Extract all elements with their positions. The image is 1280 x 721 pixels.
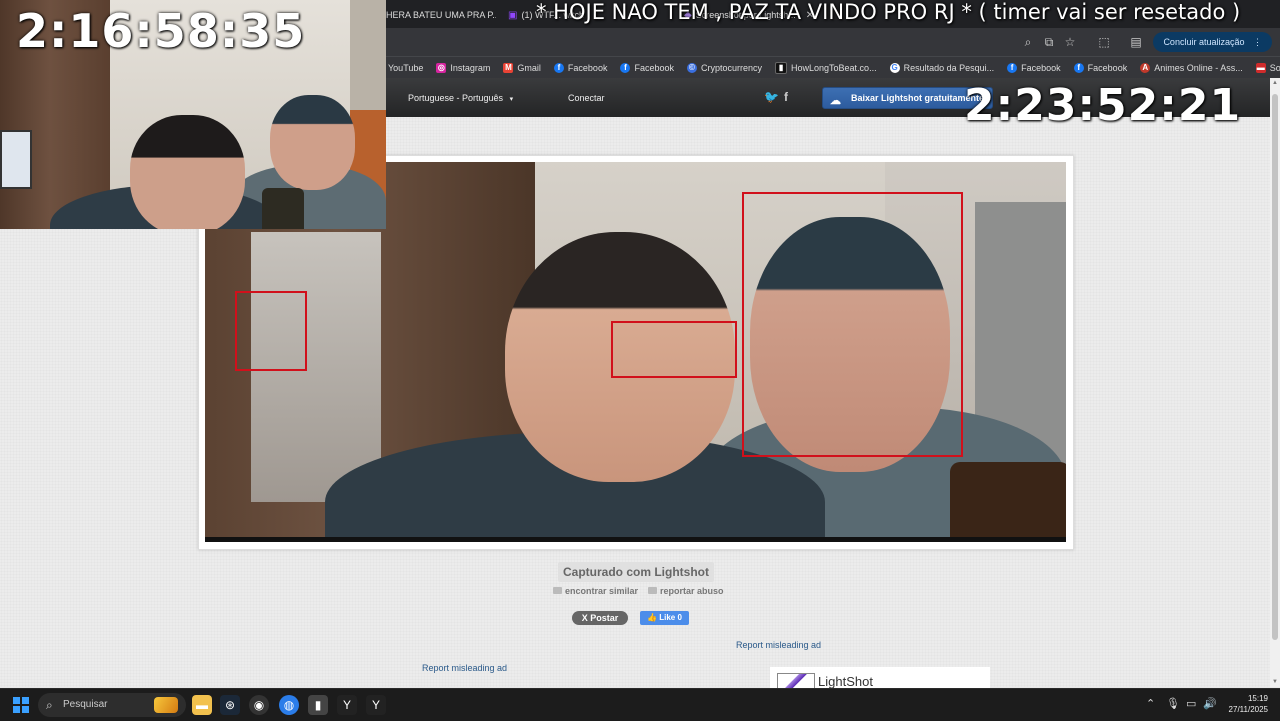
camera-icon <box>553 587 562 594</box>
system-clock[interactable]: 15:19 27/11/2025 <box>1229 693 1268 715</box>
volume-icon[interactable]: 🔊 <box>1203 697 1217 710</box>
bookmark-facebook-1[interactable]: f Facebook <box>553 63 607 73</box>
facebook-icon: f <box>1073 63 1084 73</box>
countdown-timer-left: 2:16:58:35 <box>16 4 306 58</box>
network-icon[interactable]: ▭ <box>1186 697 1196 710</box>
instagram-icon: ◎ <box>436 63 447 73</box>
app-y-icon[interactable]: Y <box>337 695 357 715</box>
bookmarks-bar: YouTube ◎ Instagram M Gmail f Facebook f Fac… <box>386 56 1280 79</box>
southpark-icon: ▬ <box>1255 63 1266 73</box>
find-similar-link[interactable]: encontrar similar <box>553 586 638 596</box>
facebook-icon: f <box>553 63 564 73</box>
report-misleading-ad-link[interactable]: Report misleading ad <box>736 640 821 650</box>
more-icon[interactable]: ⋮ <box>1253 37 1262 47</box>
meta-links: encontrar similar reportar abuso <box>553 586 724 596</box>
obs-icon[interactable]: ◉ <box>249 695 269 715</box>
file-explorer-icon[interactable]: ▬ <box>192 695 212 715</box>
extensions-icon[interactable]: ⬚ <box>1096 34 1112 50</box>
scroll-thumb[interactable] <box>1272 94 1278 640</box>
windows-start-icon[interactable] <box>13 697 29 713</box>
update-button-label: Concluir atualização <box>1163 37 1245 47</box>
bookmark-google-result[interactable]: G Resultado da Pesqui... <box>889 63 994 73</box>
highlight-box-face <box>742 192 963 457</box>
facebook-icon: f <box>620 63 631 73</box>
crypto-icon: © <box>686 63 697 73</box>
search-icon: ⌕ <box>46 698 53 712</box>
scroll-up-icon[interactable]: ▲ <box>1271 80 1279 86</box>
taskbar: ⌕ Pesquisar ▬ ⊛ ◉ ◍ ▮ Y Y ⌃ 🎙 ▭ 🔊 15:19 … <box>0 688 1280 721</box>
scrollbar[interactable]: ▲ ▼ <box>1270 78 1280 687</box>
facebook-like-button[interactable]: 👍 Like 0 <box>640 611 689 625</box>
highlight-box-eyes <box>611 321 737 378</box>
bookmark-southpark[interactable]: ▬South Park <box>1255 63 1280 73</box>
tab-hera[interactable]: HERA BATEU UMA PRA P... ✕ <box>386 8 496 22</box>
facebook-icon: f <box>1007 63 1018 73</box>
chevron-up-icon[interactable]: ⌃ <box>1146 697 1155 710</box>
hltb-icon: ▮ <box>775 62 788 74</box>
stream-message: * HOJE NAO TEM , PAZ TA VINDO PRO RJ * (… <box>536 0 1241 24</box>
microphone-icon[interactable]: 🎙 <box>1166 697 1180 710</box>
caption: Capturado com Lightshot <box>558 562 714 582</box>
lightshot-ad-card[interactable]: LightShot <box>770 667 990 690</box>
chrome-icon[interactable]: ◍ <box>279 695 299 715</box>
tab-label: HERA BATEU UMA PRA P... <box>386 10 496 20</box>
twitch-icon: ▣ <box>508 9 518 21</box>
lightshot-brand: LightShot <box>818 674 873 689</box>
cloud-download-icon: ☁ <box>830 95 841 107</box>
taskbar-search[interactable]: ⌕ Pesquisar <box>38 693 186 717</box>
bookmark-youtube[interactable]: YouTube <box>388 63 423 73</box>
scroll-down-icon[interactable]: ▼ <box>1271 679 1279 685</box>
app-y2-icon[interactable]: Y <box>366 695 386 715</box>
bookmark-instagram[interactable]: ◎ Instagram <box>436 63 490 73</box>
highlight-box-mirror <box>235 291 307 371</box>
twitter-icon[interactable]: 🐦 <box>764 90 779 104</box>
bookmark-howlongtobeat[interactable]: ▮ HowLongToBeat.co... <box>775 62 877 74</box>
animes-icon: A <box>1140 63 1151 73</box>
app-icon[interactable]: ▮ <box>308 695 328 715</box>
report-misleading-ad-link[interactable]: Report misleading ad <box>422 663 507 673</box>
facebook-icon[interactable]: f <box>784 90 788 104</box>
zoom-icon[interactable]: ⌕ <box>1020 34 1036 50</box>
chevron-down-icon: ▾ <box>509 96 514 103</box>
bottle <box>950 462 1066 542</box>
bookmark-animes[interactable]: A Animes Online - Ass... <box>1140 63 1243 73</box>
language-select[interactable]: Portuguese - Português ▾ <box>408 93 513 103</box>
star-icon[interactable]: ☆ <box>1062 34 1078 50</box>
bookmark-cryptocurrency[interactable]: © Cryptocurrency <box>686 63 762 73</box>
install-icon[interactable]: ⧉ <box>1041 34 1057 50</box>
search-highlight-icon <box>154 697 178 713</box>
browser-toolbar: ⌕ ⧉ ☆ ⬚ ▤ G Concluir atualização ⋮ <box>386 28 1280 56</box>
bookmark-facebook-2[interactable]: f Facebook <box>620 63 674 73</box>
bookmark-facebook-4[interactable]: f Facebook <box>1073 63 1127 73</box>
sidebar-icon[interactable]: ▤ <box>1128 34 1144 50</box>
bookmark-facebook-3[interactable]: f Facebook <box>1007 63 1061 73</box>
google-icon: G <box>889 63 900 73</box>
bookmark-gmail[interactable]: M Gmail <box>503 63 541 73</box>
countdown-timer-right: 2:23:52:21 <box>964 80 1242 131</box>
report-abuse-link[interactable]: reportar abuso <box>648 586 724 596</box>
flag-icon <box>648 587 658 594</box>
gmail-icon: M <box>503 63 514 73</box>
x-post-button[interactable]: X Postar <box>572 611 628 625</box>
update-button[interactable]: Concluir atualização ⋮ <box>1153 32 1272 52</box>
connect-link[interactable]: Conectar <box>568 93 605 103</box>
steam-icon[interactable]: ⊛ <box>220 695 240 715</box>
